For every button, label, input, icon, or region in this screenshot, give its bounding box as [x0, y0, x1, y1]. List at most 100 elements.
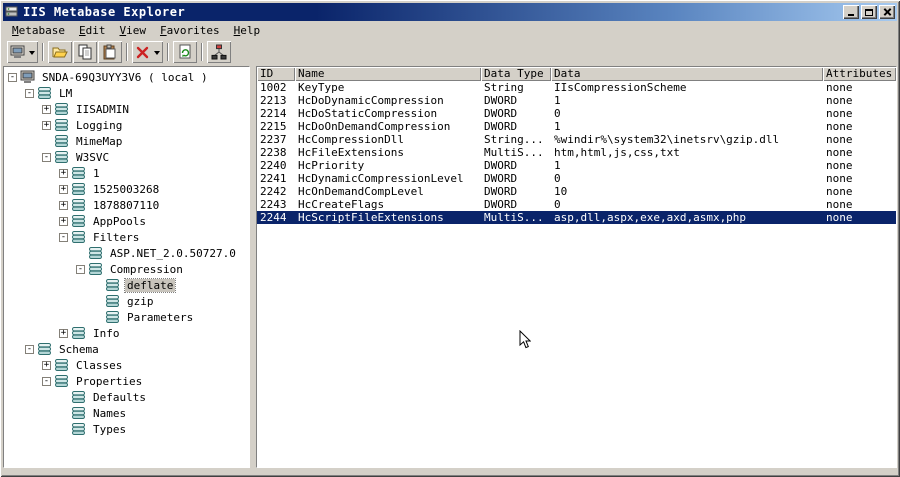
open-folder-button[interactable] [48, 41, 72, 63]
connect-computer-button[interactable] [7, 41, 38, 63]
cell-id: 1002 [260, 81, 287, 94]
list-row-2215[interactable]: 2215 HcDoOnDemandCompression DWORD 1 none [257, 120, 896, 133]
cell-data-type: DWORD [484, 172, 518, 185]
list-row-2237[interactable]: 2237 HcCompressionDll String... %windir%\sy… [257, 133, 896, 146]
tree-node-label: 1878807110 [93, 198, 160, 212]
tree-node-info[interactable]: + Info [4, 325, 249, 341]
tree-node-1525003268[interactable]: +1525003268 [4, 181, 249, 197]
tree-node-label: Schema [59, 342, 99, 356]
column-header-data[interactable]: Data [551, 67, 823, 81]
maximize-button[interactable] [861, 5, 877, 19]
expand-toggle[interactable]: + [42, 120, 51, 130]
menu-view[interactable]: View [112, 23, 153, 38]
cell-data-type: DWORD [484, 198, 518, 211]
cell-data: %windir%\system32\inetsrv\gzip.dll [554, 133, 780, 146]
list-row-2213[interactable]: 2213 HcDoDynamicCompression DWORD 1 none [257, 94, 896, 107]
tree-node-filters[interactable]: - Filters [4, 229, 249, 245]
tree-node-compression[interactable]: - Compression [4, 261, 249, 277]
database-icon [105, 294, 121, 308]
tree-node-logging[interactable]: + Logging [4, 117, 249, 133]
tree-node-schema[interactable]: - Schema [4, 341, 249, 357]
tree-node-snda-69q3uyy3v6-local[interactable]: - SNDA-69Q3UYY3V6 ( local ) [4, 69, 249, 85]
collapse-toggle[interactable]: - [25, 344, 34, 354]
refresh-page-button[interactable] [173, 41, 197, 63]
expand-toggle[interactable]: + [59, 184, 68, 194]
tree-node-lm[interactable]: - LM [4, 85, 249, 101]
cell-attributes: none [826, 159, 853, 172]
database-icon [71, 214, 87, 228]
collapse-toggle[interactable]: - [42, 376, 51, 386]
tree-node-1878807110[interactable]: +1878807110 [4, 197, 249, 213]
database-icon [71, 406, 87, 420]
delete-icon [135, 44, 151, 60]
cell-id: 2242 [260, 185, 287, 198]
titlebar[interactable]: IIS Metabase Explorer [3, 3, 897, 21]
toolbar-separator [42, 43, 44, 61]
list-row-2240[interactable]: 2240 HcPriority DWORD 1 none [257, 159, 896, 172]
expand-toggle[interactable]: + [59, 168, 68, 178]
content: - SNDA-69Q3UYY3V6 ( local ) - LM + IISADMIN + L… [3, 66, 897, 468]
collapse-toggle[interactable]: - [59, 232, 68, 242]
cell-name: HcCreateFlags [298, 198, 385, 211]
tree-node-asp-net-2-0-50727-0[interactable]: ASP.NET_2.0.50727.0 [4, 245, 249, 261]
collapse-toggle[interactable]: - [42, 152, 51, 162]
column-header-data-type[interactable]: Data Type [481, 67, 551, 81]
database-icon [105, 310, 121, 324]
expand-toggle[interactable]: + [59, 200, 68, 210]
collapse-toggle[interactable]: - [25, 88, 34, 98]
copy-button[interactable] [73, 41, 97, 63]
tree-node-label: W3SVC [76, 150, 110, 164]
menu-favorites[interactable]: Favorites [153, 23, 227, 38]
tree-node-defaults[interactable]: Defaults [4, 389, 249, 405]
tree-node-mimemap[interactable]: MimeMap [4, 133, 249, 149]
cell-attributes: none [826, 94, 853, 107]
cell-name: HcFileExtensions [298, 146, 404, 159]
tree-node-w3svc[interactable]: - W3SVC [4, 149, 249, 165]
cell-data: IIsCompressionScheme [554, 81, 687, 94]
menu-metabase[interactable]: Metabase [5, 23, 72, 38]
expand-toggle[interactable]: + [59, 328, 68, 338]
cell-name: HcScriptFileExtensions [298, 211, 444, 224]
tree-node-label: Classes [76, 358, 123, 372]
cell-data: 10 [554, 185, 568, 198]
list-row-2242[interactable]: 2242 HcOnDemandCompLevel DWORD 10 none [257, 185, 896, 198]
tree-node-deflate[interactable]: deflate [4, 277, 249, 293]
database-icon [71, 198, 87, 212]
tree-node-1[interactable]: +1 [4, 165, 249, 181]
cell-data-type: MultiS... [484, 146, 544, 159]
expand-toggle[interactable]: + [59, 216, 68, 226]
column-header-name[interactable]: Name [295, 67, 481, 81]
collapse-toggle[interactable]: - [76, 264, 85, 274]
cell-data-type: DWORD [484, 107, 518, 120]
tree-node-parameters[interactable]: Parameters [4, 309, 249, 325]
network-nodes-button[interactable] [207, 41, 231, 63]
expand-toggle[interactable]: + [42, 360, 51, 370]
close-button[interactable] [879, 5, 895, 19]
menu-help[interactable]: Help [227, 23, 268, 38]
list-row-1002[interactable]: 1002 KeyType String IIsCompressionScheme non… [257, 81, 896, 94]
tree-node-properties[interactable]: - Properties [4, 373, 249, 389]
tree-node-gzip[interactable]: gzip [4, 293, 249, 309]
tree-node-iisadmin[interactable]: + IISADMIN [4, 101, 249, 117]
menu-edit[interactable]: Edit [72, 23, 113, 38]
minimize-button[interactable] [843, 5, 859, 19]
tree-node-classes[interactable]: + Classes [4, 357, 249, 373]
delete-button[interactable] [132, 41, 163, 63]
tree-node-label: 1 [93, 166, 100, 180]
list-row-2243[interactable]: 2243 HcCreateFlags DWORD 0 none [257, 198, 896, 211]
tree-node-names[interactable]: Names [4, 405, 249, 421]
collapse-toggle[interactable]: - [8, 72, 17, 82]
tree-node-label: Names [93, 406, 127, 420]
tree-node-types[interactable]: Types [4, 421, 249, 437]
paste-button[interactable] [98, 41, 122, 63]
list-row-2214[interactable]: 2214 HcDoStaticCompression DWORD 0 none [257, 107, 896, 120]
column-header-attributes[interactable]: Attributes [823, 67, 896, 81]
list-row-2241[interactable]: 2241 HcDynamicCompressionLevel DWORD 0 none [257, 172, 896, 185]
database-icon [54, 102, 70, 116]
tree-node-label: Parameters [127, 310, 194, 324]
column-header-id[interactable]: ID [257, 67, 295, 81]
list-row-2244[interactable]: 2244 HcScriptFileExtensions MultiS... asp,d… [257, 211, 896, 224]
expand-toggle[interactable]: + [42, 104, 51, 114]
tree-node-apppools[interactable]: + AppPools [4, 213, 249, 229]
list-row-2238[interactable]: 2238 HcFileExtensions MultiS... htm,html,js… [257, 146, 896, 159]
